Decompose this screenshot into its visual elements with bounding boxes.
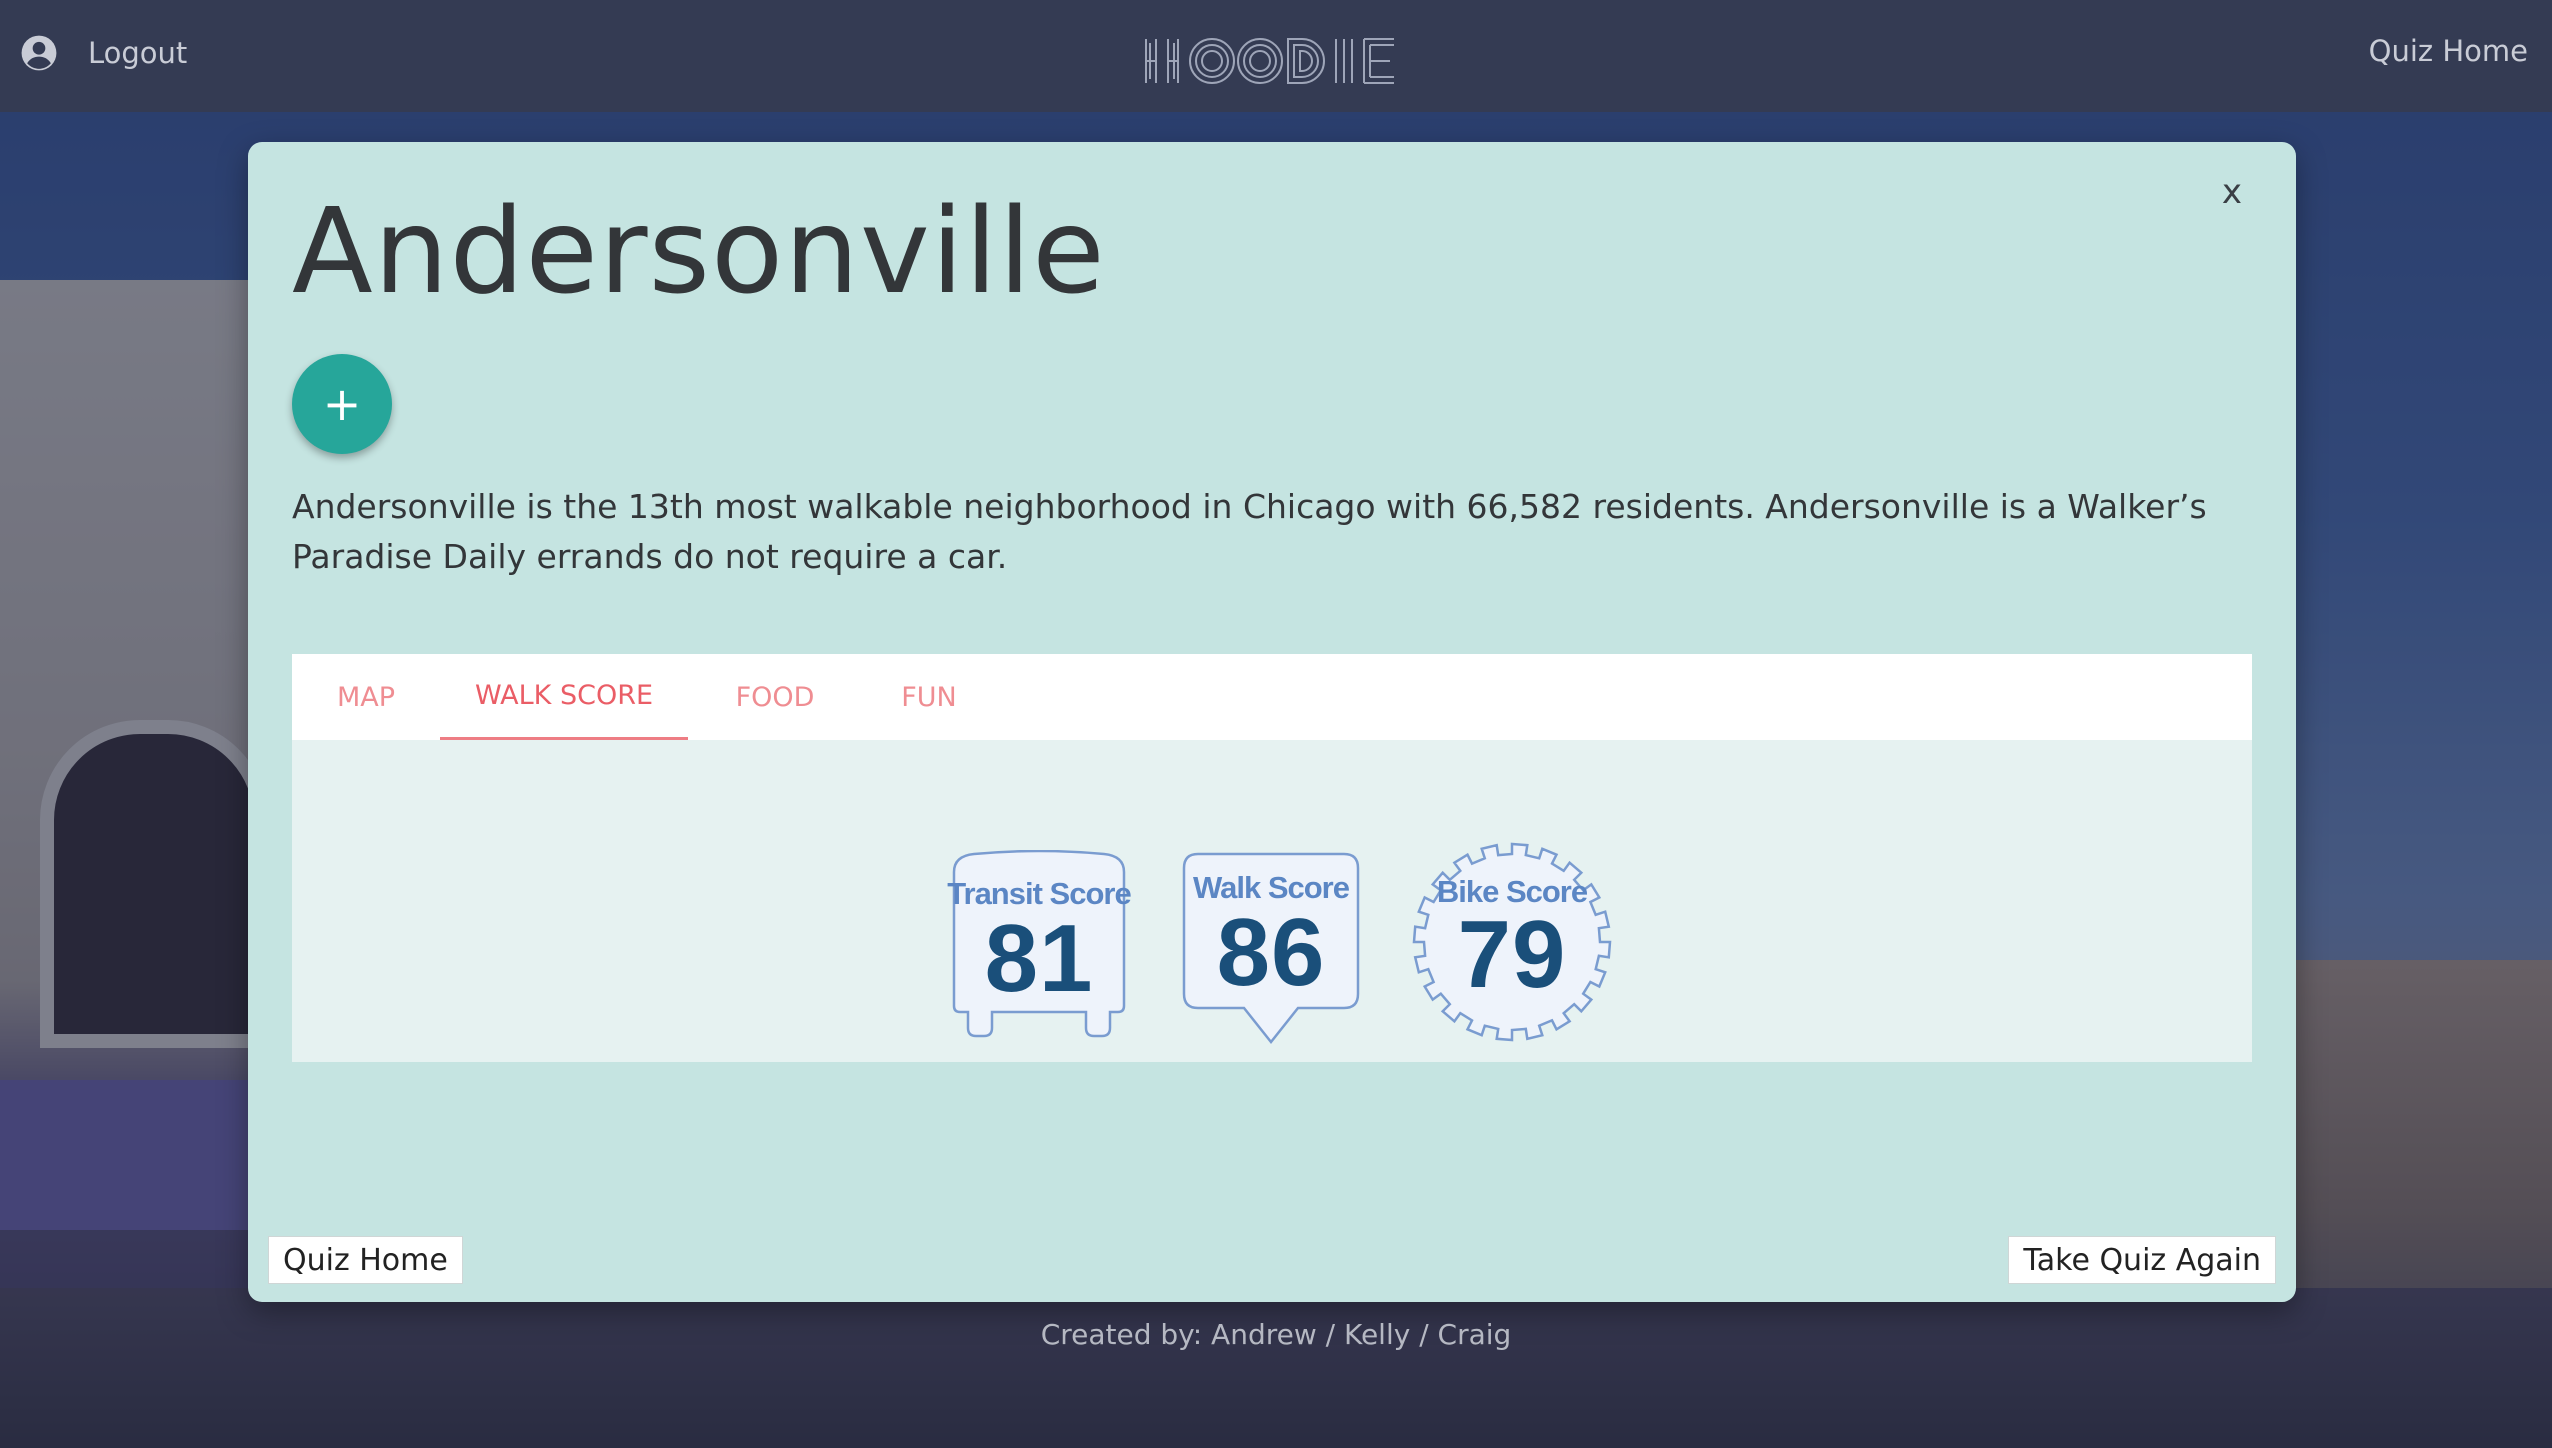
plus-icon: + bbox=[322, 377, 362, 431]
neighborhood-modal: x Andersonville + Andersonville is the 1… bbox=[248, 142, 2296, 1302]
top-navbar: Logout Quiz Home bbox=[0, 0, 2552, 112]
add-button[interactable]: + bbox=[292, 354, 392, 454]
tab-map[interactable]: MAP bbox=[292, 654, 440, 740]
tab-food[interactable]: FOOD bbox=[688, 654, 862, 740]
quiz-home-link[interactable]: Quiz Home bbox=[2369, 34, 2528, 68]
walk-score-value: 86 bbox=[1216, 899, 1326, 1006]
logout-button[interactable]: Logout bbox=[20, 30, 187, 76]
transit-score-value: 81 bbox=[984, 905, 1094, 1012]
neighborhood-title: Andersonville bbox=[292, 182, 1106, 320]
account-circle-icon bbox=[21, 35, 57, 71]
neighborhood-description: Andersonville is the 13th most walkable … bbox=[292, 487, 2207, 576]
hoodie-logo-mark bbox=[1145, 38, 1394, 84]
credits-footer: Created by: Andrew / Kelly / Craig bbox=[1040, 1318, 1512, 1351]
transit-score-badge[interactable]: Transit Score 81 bbox=[946, 850, 1132, 1042]
close-button[interactable]: x bbox=[2222, 172, 2242, 212]
tab-fun[interactable]: FUN bbox=[862, 654, 996, 740]
hoodie-logo[interactable] bbox=[1142, 30, 1398, 92]
logout-label: Logout bbox=[88, 36, 188, 70]
score-badges: Transit Score 81 Walk Score 86 Bike Scor… bbox=[292, 740, 2252, 1062]
bike-score-value: 79 bbox=[1457, 901, 1567, 1008]
walk-score-badge[interactable]: Walk Score 86 bbox=[1180, 850, 1362, 1050]
bike-score-badge[interactable]: Bike Score 79 bbox=[1410, 840, 1614, 1044]
take-quiz-again-button[interactable]: Take Quiz Again bbox=[2008, 1236, 2276, 1284]
tab-bar: MAP WALK SCORE FOOD FUN bbox=[292, 654, 2252, 740]
quiz-home-button[interactable]: Quiz Home bbox=[268, 1236, 463, 1284]
tabs-card: MAP WALK SCORE FOOD FUN Transit Score 81… bbox=[292, 654, 2252, 1062]
tab-walk-score[interactable]: WALK SCORE bbox=[440, 654, 688, 740]
